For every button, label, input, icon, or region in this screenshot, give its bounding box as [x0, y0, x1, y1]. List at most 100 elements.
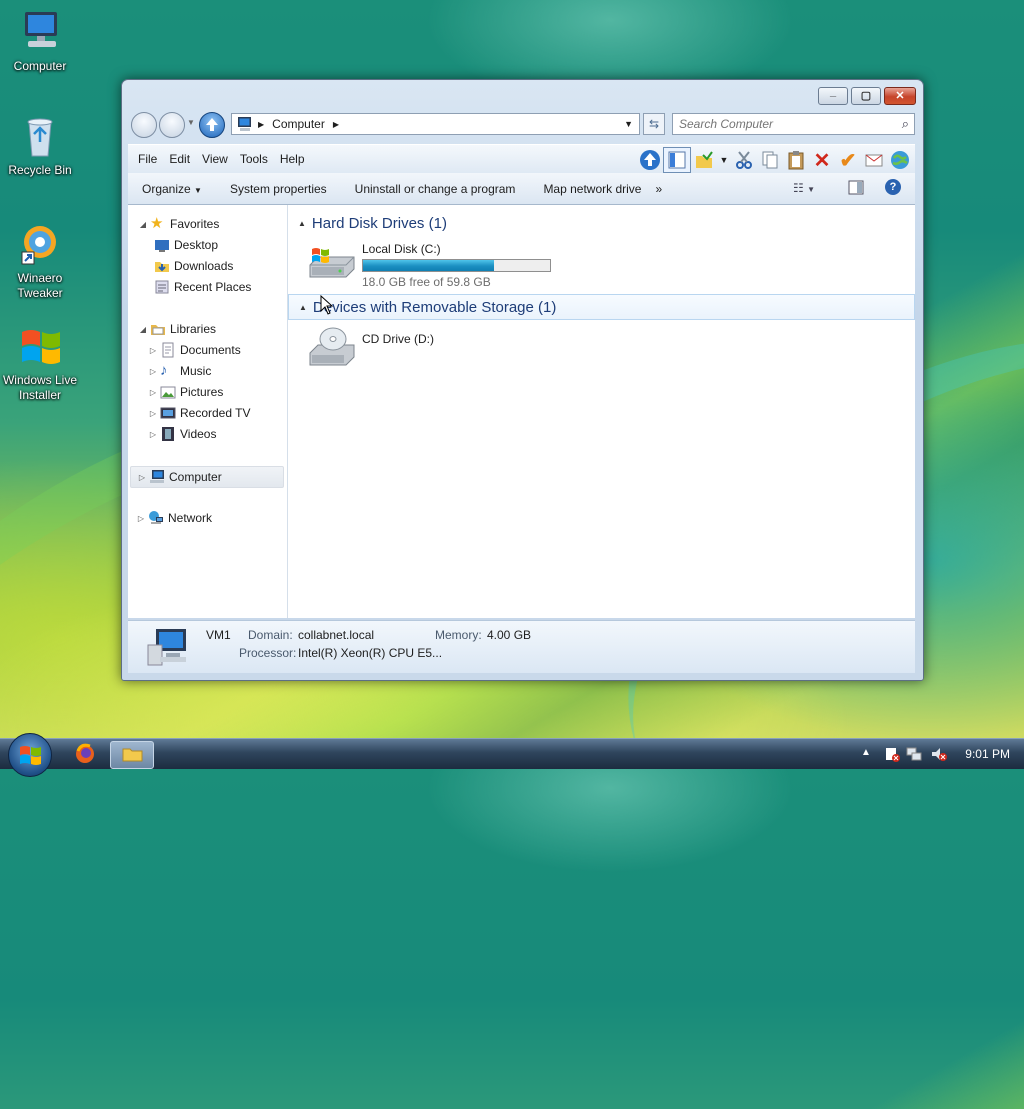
- paste-icon[interactable]: [783, 148, 809, 172]
- desktop-icon-computer[interactable]: Computer: [0, 8, 80, 74]
- nav-downloads[interactable]: Downloads: [152, 256, 233, 276]
- volume-muted-icon[interactable]: [930, 746, 948, 765]
- back-button[interactable]: [131, 112, 157, 138]
- drive-cd-d[interactable]: CD Drive (D:): [306, 325, 434, 373]
- nav-recorded-tv[interactable]: ▷ Recorded TV: [148, 403, 251, 423]
- domain-label: Domain:: [248, 628, 293, 642]
- menu-edit[interactable]: Edit: [163, 152, 196, 166]
- close-button[interactable]: ✕: [884, 87, 916, 105]
- computer-name: VM1: [206, 628, 231, 642]
- help-icon[interactable]: ?: [885, 179, 901, 195]
- expand-arrow-icon[interactable]: ▷: [136, 514, 146, 523]
- desktop-icon-windows-live-installer[interactable]: Windows Live Installer: [0, 322, 80, 403]
- desktop-icon-winaero-tweaker[interactable]: Winaero Tweaker: [0, 220, 80, 301]
- properties-icon[interactable]: ✔: [835, 148, 861, 172]
- expand-arrow-icon[interactable]: ▷: [148, 346, 158, 355]
- drive-name: CD Drive (D:): [362, 332, 434, 346]
- nav-desktop[interactable]: Desktop: [152, 235, 218, 255]
- hard-drive-icon: [306, 239, 358, 287]
- show-hidden-icons-icon[interactable]: ▲: [861, 747, 871, 758]
- nav-network[interactable]: ▷ Network: [136, 508, 212, 528]
- nav-favorites[interactable]: ◢ ★ Favorites: [138, 214, 219, 234]
- recent-places-icon: [154, 279, 170, 295]
- views-dropdown-icon[interactable]: ▼: [717, 148, 731, 172]
- start-button[interactable]: [8, 733, 52, 777]
- expand-arrow-icon[interactable]: ▷: [148, 388, 158, 397]
- taskbar-firefox-button[interactable]: [70, 741, 100, 767]
- view-options-icon[interactable]: ☷ ▼: [793, 181, 815, 195]
- address-bar[interactable]: ▶ Computer ▶ ▼: [231, 113, 640, 135]
- preview-pane-icon[interactable]: [848, 180, 864, 198]
- up-folder-icon[interactable]: [637, 148, 663, 172]
- menu-file[interactable]: File: [132, 152, 163, 166]
- expand-arrow-icon[interactable]: ▷: [148, 367, 158, 376]
- globe-icon[interactable]: [887, 148, 913, 172]
- desktop-icon-label: Recycle Bin: [8, 163, 72, 177]
- organize-button[interactable]: Organize ▼: [128, 182, 216, 196]
- menu-tools[interactable]: Tools: [234, 152, 274, 166]
- recycle-bin-icon: [16, 112, 64, 160]
- collapse-arrow-icon[interactable]: ▲: [299, 303, 307, 312]
- expand-arrow-icon[interactable]: ▷: [137, 473, 147, 482]
- windows-logo-icon: [16, 322, 64, 370]
- system-properties-button[interactable]: System properties: [216, 182, 341, 196]
- nav-music[interactable]: ▷ ♪ Music: [148, 361, 211, 381]
- libraries-icon: [150, 321, 166, 337]
- address-dropdown-icon[interactable]: ▼: [624, 119, 633, 129]
- folder-options-icon[interactable]: [691, 148, 717, 172]
- nav-libraries[interactable]: ◢ Libraries: [138, 319, 216, 339]
- menu-bar: File Edit View Tools Help ▼ ✕ ✔: [128, 144, 915, 173]
- network-tray-icon[interactable]: [906, 746, 922, 765]
- action-center-icon[interactable]: [884, 746, 900, 765]
- desktop-icon: [154, 237, 170, 253]
- more-commands-button[interactable]: »: [655, 182, 676, 196]
- menu-help[interactable]: Help: [274, 152, 311, 166]
- minimize-button[interactable]: _: [818, 86, 848, 105]
- copy-icon[interactable]: [757, 148, 783, 172]
- forward-button[interactable]: [159, 112, 185, 138]
- up-button[interactable]: [199, 112, 225, 138]
- group-header-removable-storage[interactable]: ▲ Devices with Removable Storage (1): [288, 294, 915, 320]
- star-icon: ★: [150, 215, 164, 232]
- nav-videos[interactable]: ▷ Videos: [148, 424, 216, 444]
- drive-local-disk-c[interactable]: Local Disk (C:) 18.0 GB free of 59.8 GB: [306, 239, 551, 289]
- nav-recent-places[interactable]: Recent Places: [152, 277, 251, 297]
- desktop-icon-recycle-bin[interactable]: Recycle Bin: [0, 112, 80, 178]
- breadcrumb-computer[interactable]: Computer: [272, 117, 325, 131]
- documents-icon: [160, 342, 176, 358]
- nav-pictures[interactable]: ▷ Pictures: [148, 382, 223, 402]
- menu-view[interactable]: View: [196, 152, 234, 166]
- collapse-arrow-icon[interactable]: ◢: [138, 325, 148, 334]
- search-icon[interactable]: ⌕: [902, 116, 909, 132]
- uninstall-program-button[interactable]: Uninstall or change a program: [341, 182, 530, 196]
- cut-icon[interactable]: [731, 148, 757, 172]
- processor-label: Processor:: [239, 646, 297, 660]
- taskbar-explorer-button[interactable]: [110, 741, 154, 769]
- mouse-cursor-icon: [320, 294, 334, 318]
- refresh-button[interactable]: ⇆: [643, 113, 665, 135]
- nav-recent-places-label: Recent Places: [174, 280, 252, 294]
- breadcrumb-arrow-icon[interactable]: ▶: [258, 120, 264, 129]
- breadcrumb-arrow-icon[interactable]: ▶: [333, 120, 339, 129]
- expand-arrow-icon[interactable]: ▷: [148, 430, 158, 439]
- nav-documents[interactable]: ▷ Documents: [148, 340, 241, 360]
- nav-libraries-label: Libraries: [170, 322, 217, 336]
- expand-arrow-icon[interactable]: ▷: [148, 409, 158, 418]
- explorer-window: _ ▢ ✕ ▼ ▶ Computer ▶ ▼ ⇆ ⌕ File Edit Vie…: [121, 79, 924, 681]
- file-list: ▲ Hard Disk Drives (1) Local Disk (C:) 1…: [288, 205, 915, 618]
- delete-icon[interactable]: ✕: [809, 148, 835, 172]
- downloads-folder-icon: [154, 258, 170, 274]
- taskbar-clock[interactable]: 9:01 PM: [965, 747, 1010, 761]
- recent-pages-chevron-icon[interactable]: ▼: [187, 118, 195, 127]
- nav-music-label: Music: [180, 364, 212, 378]
- search-input[interactable]: [673, 116, 902, 132]
- folders-pane-icon[interactable]: [663, 147, 691, 173]
- collapse-arrow-icon[interactable]: ▲: [298, 219, 306, 228]
- nav-downloads-label: Downloads: [174, 259, 234, 273]
- email-icon[interactable]: [861, 148, 887, 172]
- maximize-button[interactable]: ▢: [851, 87, 881, 105]
- nav-computer[interactable]: ▷ Computer: [130, 466, 284, 488]
- group-header-hard-disk-drives[interactable]: ▲ Hard Disk Drives (1): [288, 211, 447, 235]
- map-network-drive-button[interactable]: Map network drive: [529, 182, 655, 196]
- collapse-arrow-icon[interactable]: ◢: [138, 220, 148, 229]
